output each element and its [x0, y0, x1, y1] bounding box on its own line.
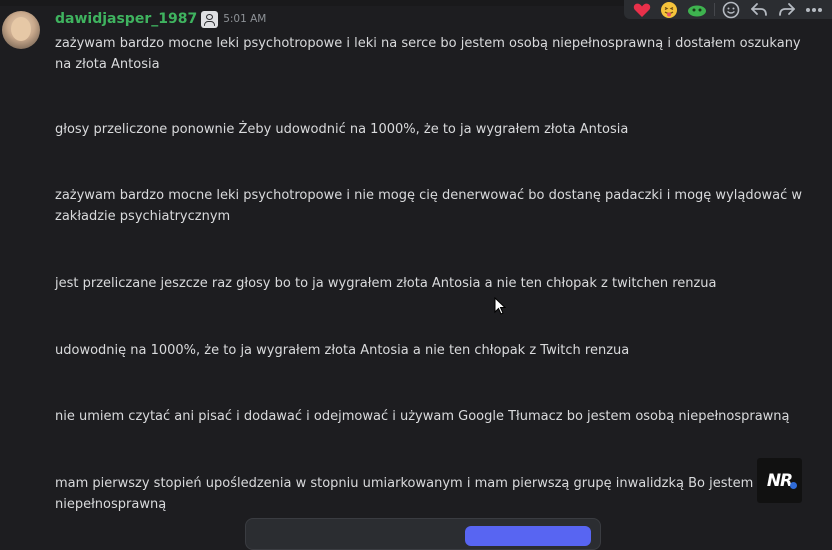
avatar[interactable] [2, 11, 40, 49]
forward-icon[interactable] [776, 0, 798, 19]
avatar-face [11, 17, 31, 41]
message-paragraph: udowodnię na 1000%, że to ja wygrałem zł… [55, 343, 630, 358]
bottom-panel-button[interactable] [465, 526, 591, 546]
message-paragraph: głosy przeliczone ponownie Żeby udowodni… [55, 122, 629, 137]
chat-message: dawidjasper_1987 5:01 AM zażywam bardzo … [0, 0, 832, 533]
timestamp[interactable]: 5:01 AM [223, 13, 266, 25]
heart-reaction-icon[interactable] [631, 0, 653, 19]
message-paragraph: mam pierwszy stopień upośledzenia w stop… [55, 476, 797, 512]
more-options-icon[interactable] [803, 0, 825, 19]
message-header: dawidjasper_1987 5:01 AM [55, 10, 266, 28]
toolbar-divider [713, 3, 715, 16]
message-actions-toolbar [624, 0, 832, 19]
green-blob-reaction-icon[interactable] [686, 0, 708, 19]
watermark-text: NR [766, 470, 793, 491]
add-reaction-icon[interactable] [720, 0, 742, 19]
grin-tongue-reaction-icon[interactable] [658, 0, 680, 19]
mouse-cursor-icon [494, 296, 507, 319]
reply-icon[interactable] [748, 0, 770, 19]
channel-watermark-logo: NR [757, 458, 802, 503]
user-badge-icon[interactable] [201, 10, 219, 28]
message-paragraph: zażywam bardzo mocne leki psychotropowe … [55, 188, 803, 224]
watermark-dot [790, 482, 797, 489]
message-paragraph: jest przeliczane jeszcze raz głosy bo to… [55, 276, 717, 291]
message-paragraph: nie umiem czytać ani pisać i dodawać i o… [55, 409, 790, 424]
username[interactable]: dawidjasper_1987 [55, 11, 197, 27]
message-paragraph: zażywam bardzo mocne leki psychotropowe … [55, 36, 801, 72]
